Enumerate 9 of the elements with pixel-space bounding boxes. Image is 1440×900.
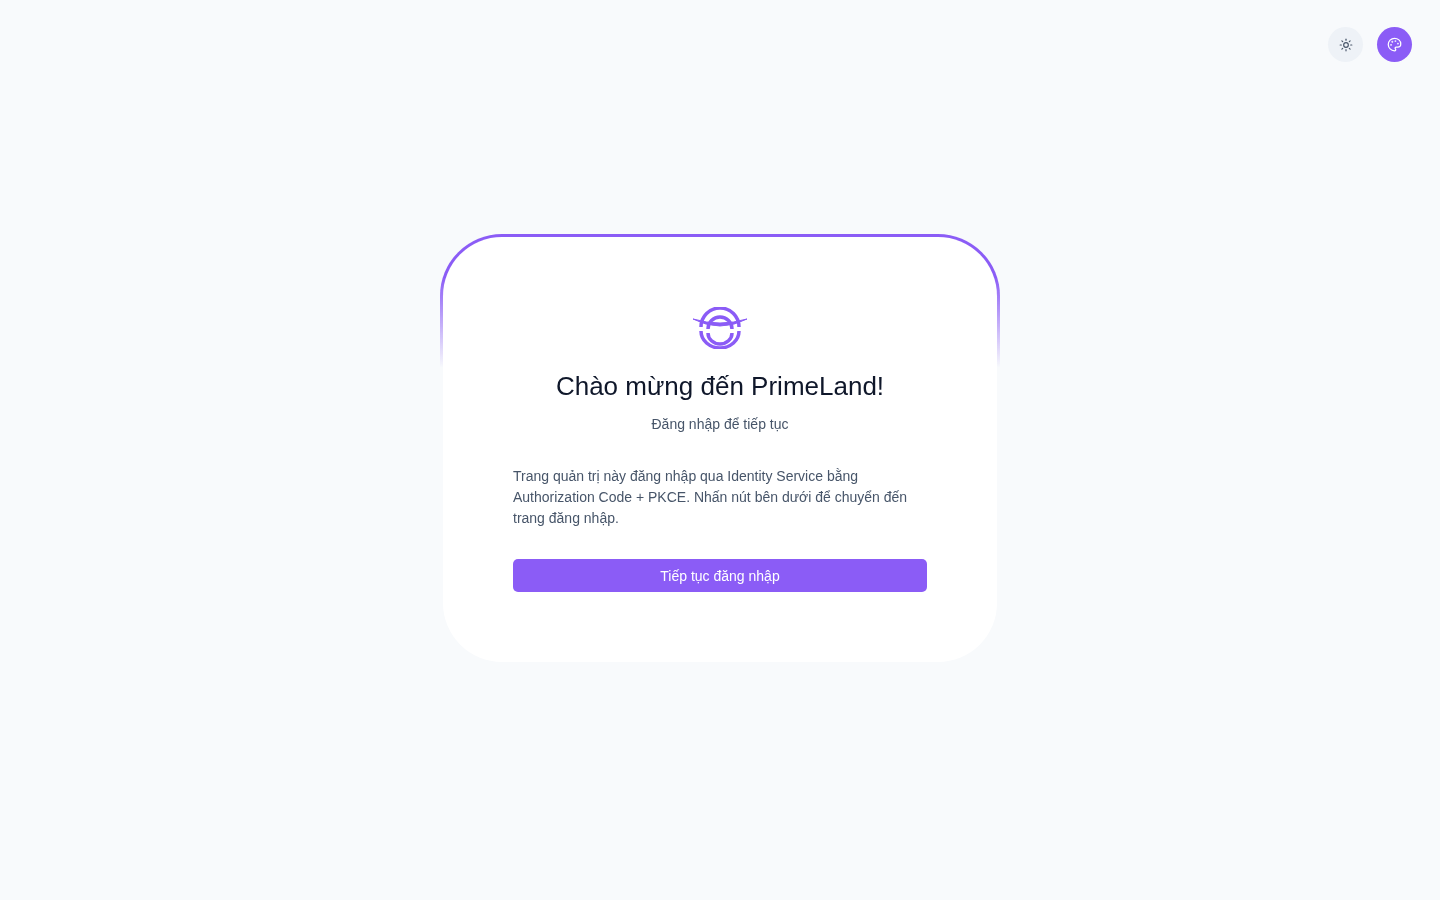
subtitle: Đăng nhập để tiếp tục xyxy=(651,416,789,432)
sun-icon xyxy=(1338,37,1353,52)
description: Trang quản trị này đăng nhập qua Identity Service bằng Authorization Code + PKCE. Nhấn nút bên dưới để chuyển đến trang đăng nhập. xyxy=(513,467,909,528)
logo-icon xyxy=(692,307,748,349)
palette-icon xyxy=(1387,37,1402,52)
welcome-title: Chào mừng đến PrimeLand! xyxy=(555,371,885,402)
palette-button[interactable] xyxy=(1377,27,1412,62)
theme-toggle[interactable] xyxy=(1328,27,1363,62)
continue-login-button[interactable]: Tiếp tục đăng nhập xyxy=(513,559,927,592)
